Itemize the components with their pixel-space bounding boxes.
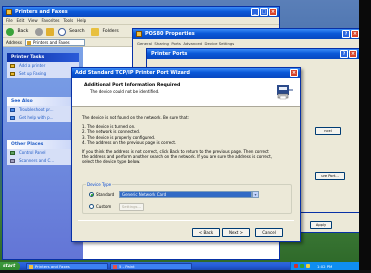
scanners-link[interactable]: Scanners and C... (7, 157, 79, 165)
menu-edit[interactable]: Edit (17, 18, 25, 23)
device-type-group: Device Type Standard Generic Network Car… (82, 182, 292, 214)
tray-alert-icon[interactable] (294, 264, 298, 268)
address-input[interactable]: Printers and Faxes (25, 39, 85, 46)
custom-radio[interactable] (89, 204, 94, 209)
wizard-heading: Additional Port Information Required (84, 83, 181, 88)
menu-view[interactable]: View (28, 18, 38, 23)
wizard-para2-line: select the device type below. (82, 159, 141, 165)
tcpip-port-wizard: Add Standard TCP/IP Printer Port Wizard … (71, 67, 301, 242)
help-icon (10, 116, 15, 120)
close-icon[interactable]: × (351, 30, 359, 38)
wizard-titlebar[interactable]: Add Standard TCP/IP Printer Port Wizard … (72, 68, 300, 78)
next-button[interactable]: Next > (222, 228, 250, 237)
printer-folder-icon (6, 9, 12, 15)
properties-titlebar[interactable]: POS80 Properties ? × (133, 29, 361, 39)
minimize-icon[interactable]: _ (251, 8, 259, 16)
close-icon[interactable]: × (349, 50, 357, 58)
properties-tabs: General Sharing Ports Advanced Device Se… (137, 41, 234, 47)
explorer-menubar: File Edit View Favorites Tools Help (3, 17, 279, 24)
explorer-title: Printers and Faxes (15, 9, 68, 15)
add-printer-icon (10, 64, 15, 68)
configure-port-button[interactable]: ure Port... (315, 172, 345, 180)
search-button-label[interactable]: Search (69, 25, 84, 39)
search-icon[interactable] (57, 28, 66, 36)
add-printer-link[interactable]: Add a printer (7, 62, 79, 70)
other-places-header[interactable]: Other Places (7, 140, 79, 149)
cancel-button[interactable]: Cancel (255, 228, 283, 237)
custom-label[interactable]: Custom (96, 204, 111, 209)
get-help-link[interactable]: Get help with p... (7, 114, 79, 122)
tab-sharing[interactable]: Sharing (154, 41, 169, 46)
standard-radio[interactable] (89, 192, 94, 197)
settings-button[interactable]: Settings... (119, 203, 144, 211)
menu-tools[interactable]: Tools (63, 18, 73, 23)
ports-title: Printer Ports (151, 51, 188, 57)
ports-cancel-button[interactable]: ncel (315, 127, 341, 135)
taskbar-item-paint[interactable]: 5 - Paint (110, 263, 192, 270)
other-places-panel: Other Places Control Panel Scanners and … (7, 140, 79, 165)
menu-help[interactable]: Help (77, 18, 86, 23)
printer-folder-icon (29, 265, 33, 269)
chevron-down-icon[interactable]: ▾ (252, 191, 259, 198)
tab-general[interactable]: General (137, 41, 152, 46)
see-also-header[interactable]: See Also (7, 97, 79, 106)
device-type-legend: Device Type (86, 182, 113, 187)
scanner-icon (10, 159, 15, 163)
wizard-separator (78, 220, 294, 221)
wizard-subheading: The device could not be identified. (90, 89, 160, 94)
back-button-label[interactable]: Back (17, 25, 28, 39)
address-value: Printers and Faxes (33, 40, 70, 45)
menu-favorites[interactable]: Favorites (41, 18, 59, 23)
help-icon (10, 108, 15, 112)
printer-folder-icon (27, 41, 31, 45)
back-arrow-icon[interactable] (6, 28, 14, 36)
wizard-body: The device is not found on the network. … (82, 115, 290, 165)
tray-network-icon[interactable] (300, 264, 304, 268)
tray-volume-icon[interactable] (306, 264, 310, 268)
see-also-panel: See Also Troubleshoot pr... Get help wit… (7, 97, 79, 122)
wizard-header: Additional Port Information Required The… (72, 78, 300, 107)
menu-file[interactable]: File (6, 18, 13, 23)
paint-icon (113, 265, 117, 269)
help-icon[interactable]: ? (342, 30, 350, 38)
fax-icon (10, 72, 15, 76)
ports-titlebar[interactable]: Printer Ports ? × (147, 49, 359, 59)
folders-icon[interactable] (91, 28, 100, 36)
forward-arrow-icon[interactable] (34, 28, 43, 36)
close-icon[interactable]: × (269, 8, 277, 16)
printer-icon (136, 31, 142, 37)
standard-label[interactable]: Standard (96, 192, 114, 197)
printer-tasks-header[interactable]: Printer Tasks (7, 53, 79, 62)
apply-button[interactable]: Apply (310, 221, 332, 229)
back-button[interactable]: < Back (192, 228, 220, 237)
properties-title: POS80 Properties (145, 31, 195, 37)
screen-bezel (359, 0, 371, 273)
wizard-title: Add Standard TCP/IP Printer Port Wizard (75, 70, 190, 76)
tab-advanced[interactable]: Advanced (183, 41, 202, 46)
control-panel-link[interactable]: Control Panel (7, 149, 79, 157)
network-printer-icon (277, 85, 293, 100)
explorer-titlebar[interactable]: Printers and Faxes _ □ × (3, 7, 279, 17)
printer-tasks-panel: Printer Tasks Add a printer Set up Faxin… (7, 53, 79, 78)
help-icon[interactable]: ? (340, 50, 348, 58)
close-icon[interactable]: × (290, 69, 298, 77)
tab-ports[interactable]: Ports (171, 41, 181, 46)
folders-button-label[interactable]: Folders (102, 25, 118, 39)
up-folder-icon[interactable] (46, 28, 55, 36)
screen: My Recent Printers and Faxes _ □ × File … (0, 0, 371, 273)
troubleshoot-link[interactable]: Troubleshoot pr... (7, 106, 79, 114)
clock[interactable]: 1:02 PM (317, 264, 332, 269)
set-up-faxing-link[interactable]: Set up Faxing (7, 70, 79, 78)
taskbar-item-printers[interactable]: Printers and Faxes (26, 263, 108, 270)
tab-device-settings[interactable]: Device Settings (205, 41, 235, 46)
maximize-icon[interactable]: □ (260, 8, 268, 16)
control-panel-icon (10, 151, 15, 155)
standard-device-select[interactable]: Generic Network Card (119, 191, 252, 198)
address-label: Address (6, 40, 22, 45)
